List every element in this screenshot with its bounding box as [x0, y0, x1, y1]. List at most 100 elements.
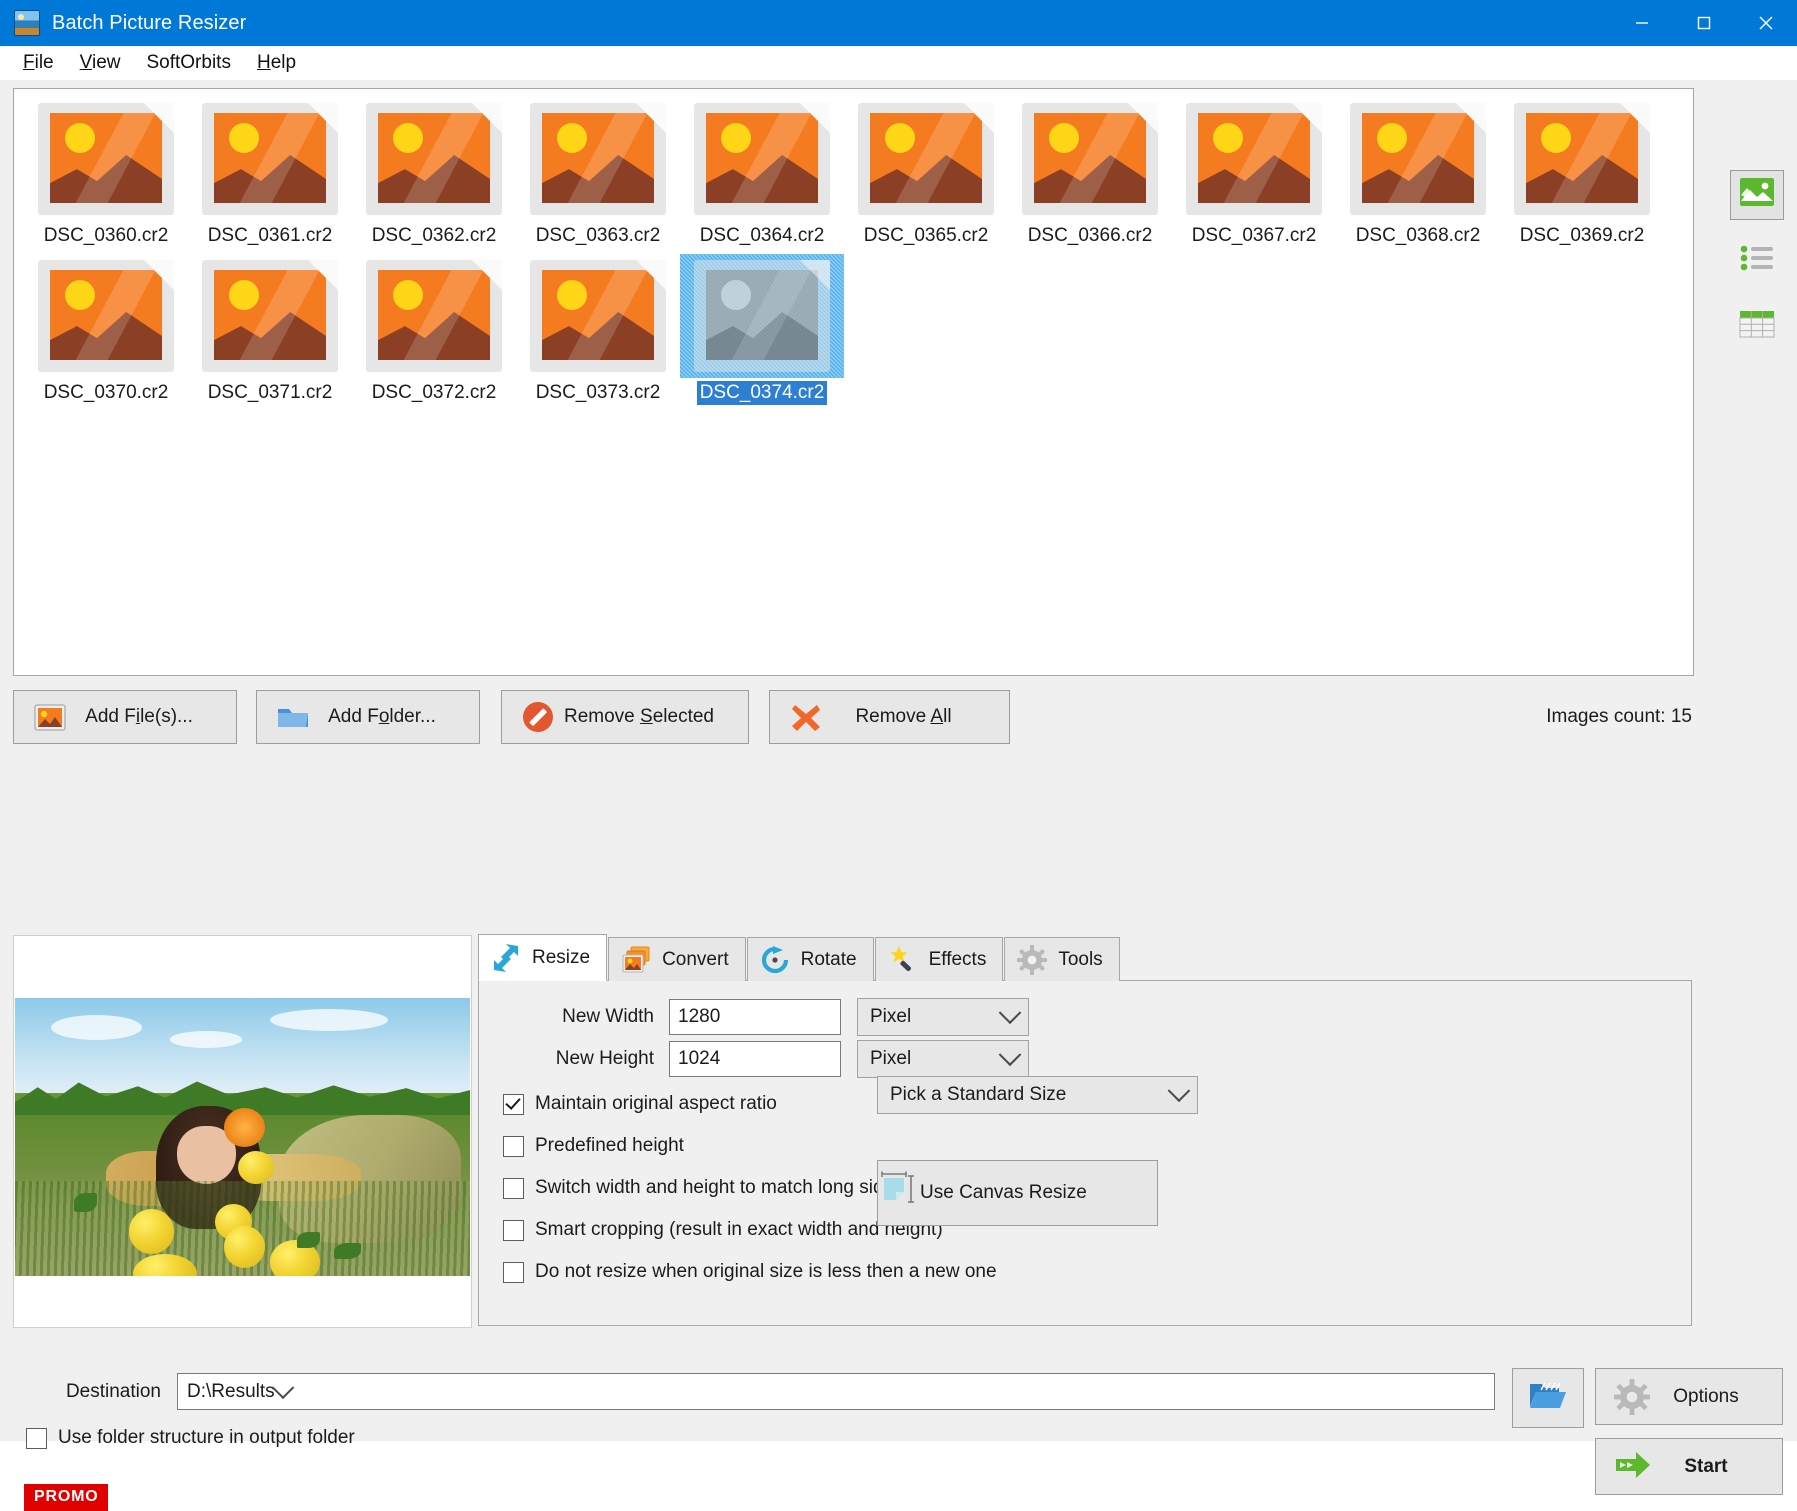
checkbox-box	[503, 1093, 524, 1115]
maintain-aspect-ratio-label: Maintain original aspect ratio	[535, 1093, 777, 1114]
file-thumbnail-label: DSC_0364.cr2	[699, 225, 825, 246]
file-thumbnail[interactable]: DSC_0369.cr2	[1500, 99, 1664, 256]
file-thumbnail[interactable]: DSC_0360.cr2	[24, 99, 188, 256]
remove-selected-button[interactable]: Remove Selected	[501, 690, 749, 744]
file-thumbnail-label: DSC_0365.cr2	[863, 225, 989, 246]
start-button[interactable]: Start	[1595, 1438, 1783, 1495]
start-label: Start	[1684, 1455, 1728, 1477]
new-width-unit-select[interactable]: Pixel	[857, 998, 1029, 1036]
add-folder-button[interactable]: Add Folder...	[256, 690, 480, 744]
tab-rotate[interactable]: Rotate	[746, 937, 874, 981]
file-thumbnail[interactable]: DSC_0374.cr2	[680, 254, 844, 413]
new-width-input[interactable]	[669, 999, 841, 1035]
file-thumbnail-image	[680, 254, 844, 378]
chevron-down-icon	[998, 1001, 1022, 1025]
add-picture-icon	[32, 699, 68, 735]
images-count-label: Images count: 15	[1546, 706, 1692, 727]
maximize-icon[interactable]	[1673, 0, 1735, 46]
chevron-down-icon	[271, 1375, 294, 1399]
file-thumbnail-image	[366, 260, 502, 372]
file-thumbnail[interactable]: DSC_0361.cr2	[188, 99, 352, 256]
file-list-panel[interactable]: DSC_0360.cr2 DSC_0361.cr2 DSC_0362.cr2 DSC_…	[13, 88, 1694, 676]
menu-bar: FFileile View SoftOrbits Help	[0, 46, 1797, 80]
browse-destination-button[interactable]	[1512, 1368, 1584, 1428]
add-folder-label: Add Folder...	[328, 706, 436, 727]
do-not-resize-checkbox[interactable]: Do not resize when original size is less…	[503, 1261, 997, 1283]
view-mode-toolbar	[1730, 170, 1788, 368]
file-thumbnail-image	[694, 103, 830, 215]
file-thumbnail-label: DSC_0366.cr2	[1027, 225, 1153, 246]
add-files-button[interactable]: Add File(s)...	[13, 690, 237, 744]
menu-file[interactable]: FFileile	[10, 48, 67, 78]
file-thumbnail-image	[1514, 103, 1650, 215]
thumbnail-grid: DSC_0360.cr2 DSC_0361.cr2 DSC_0362.cr2 DSC_…	[14, 89, 1693, 413]
new-height-unit-select[interactable]: Pixel	[857, 1040, 1029, 1078]
image-preview-pane	[13, 935, 472, 1328]
tab-effects[interactable]: Effects	[874, 937, 1004, 981]
file-thumbnail-label: DSC_0369.cr2	[1519, 225, 1645, 246]
table-icon	[1739, 309, 1775, 345]
maintain-aspect-ratio-checkbox[interactable]: Maintain original aspect ratio	[503, 1093, 777, 1115]
tab-strip: Resize Convert Rotate Effects Tools	[478, 934, 1692, 981]
file-thumbnail-image	[530, 260, 666, 372]
file-thumbnail[interactable]: DSC_0362.cr2	[352, 99, 516, 256]
predefined-height-label: Predefined height	[535, 1135, 684, 1156]
use-canvas-resize-label: Use Canvas Resize	[920, 1182, 1087, 1203]
checkbox-box	[503, 1135, 524, 1157]
file-thumbnail[interactable]: DSC_0367.cr2	[1172, 99, 1336, 256]
checkbox-box	[26, 1427, 47, 1449]
new-height-input[interactable]	[669, 1041, 841, 1077]
green-arrow-icon	[1614, 1449, 1650, 1485]
file-thumbnail-label: DSC_0367.cr2	[1191, 225, 1317, 246]
file-thumbnail-image	[366, 103, 502, 215]
file-thumbnail[interactable]: DSC_0373.cr2	[516, 256, 680, 413]
file-thumbnail[interactable]: DSC_0366.cr2	[1008, 99, 1172, 256]
tab-resize[interactable]: Resize	[478, 934, 608, 981]
file-thumbnail-label: DSC_0360.cr2	[43, 225, 169, 246]
file-thumbnail[interactable]: DSC_0372.cr2	[352, 256, 516, 413]
options-button[interactable]: Options	[1595, 1368, 1783, 1425]
file-thumbnail[interactable]: DSC_0363.cr2	[516, 99, 680, 256]
close-icon[interactable]	[1735, 0, 1797, 46]
file-thumbnail[interactable]: DSC_0365.cr2	[844, 99, 1008, 256]
open-folder-icon	[1528, 1378, 1568, 1418]
menu-softorbits[interactable]: SoftOrbits	[133, 48, 243, 78]
file-thumbnail[interactable]: DSC_0371.cr2	[188, 256, 352, 413]
list-view-button[interactable]	[1730, 236, 1784, 286]
options-label: Options	[1673, 1385, 1739, 1407]
new-width-unit-value: Pixel	[870, 1006, 912, 1027]
new-height-label: New Height	[555, 1048, 654, 1069]
tab-tools[interactable]: Tools	[1004, 937, 1120, 981]
app-photo-icon	[14, 10, 40, 36]
file-thumbnail-label: DSC_0361.cr2	[207, 225, 333, 246]
preview-photo	[15, 998, 470, 1276]
destination-row: Destination D:\Results	[13, 1373, 1495, 1410]
do-not-resize-label: Do not resize when original size is less…	[535, 1261, 997, 1282]
menu-help[interactable]: Help	[244, 48, 309, 78]
use-canvas-resize-button[interactable]: Use Canvas Resize	[877, 1160, 1158, 1226]
predefined-height-checkbox[interactable]: Predefined height	[503, 1135, 684, 1157]
destination-input[interactable]: D:\Results	[177, 1373, 1495, 1410]
checkbox-box	[503, 1177, 524, 1199]
file-thumbnail-label: DSC_0370.cr2	[43, 382, 169, 403]
thumbnail-view-button[interactable]	[1730, 170, 1784, 220]
file-thumbnail[interactable]: DSC_0370.cr2	[24, 256, 188, 413]
standard-size-select[interactable]: Pick a Standard Size	[877, 1076, 1198, 1114]
tab-convert[interactable]: Convert	[608, 937, 746, 981]
promo-badge[interactable]: PROMO	[24, 1484, 109, 1511]
checkbox-box	[503, 1219, 524, 1241]
minimize-icon[interactable]	[1611, 0, 1673, 46]
standard-size-value: Pick a Standard Size	[890, 1084, 1067, 1105]
file-thumbnail-label: DSC_0363.cr2	[535, 225, 661, 246]
file-thumbnail[interactable]: DSC_0368.cr2	[1336, 99, 1500, 256]
no-entry-icon	[520, 699, 556, 735]
file-thumbnail[interactable]: DSC_0364.cr2	[680, 99, 844, 256]
use-folder-structure-checkbox[interactable]: Use folder structure in output folder	[26, 1427, 355, 1449]
new-width-label: New Width	[562, 1006, 654, 1027]
app-body: DSC_0360.cr2 DSC_0361.cr2 DSC_0362.cr2 DSC_…	[0, 80, 1797, 1511]
remove-all-label: Remove All	[855, 706, 952, 727]
switch-width-height-checkbox[interactable]: Switch width and height to match long si…	[503, 1177, 904, 1199]
menu-view[interactable]: View	[67, 48, 134, 78]
details-view-button[interactable]	[1730, 302, 1784, 352]
remove-all-button[interactable]: Remove All	[769, 690, 1010, 744]
